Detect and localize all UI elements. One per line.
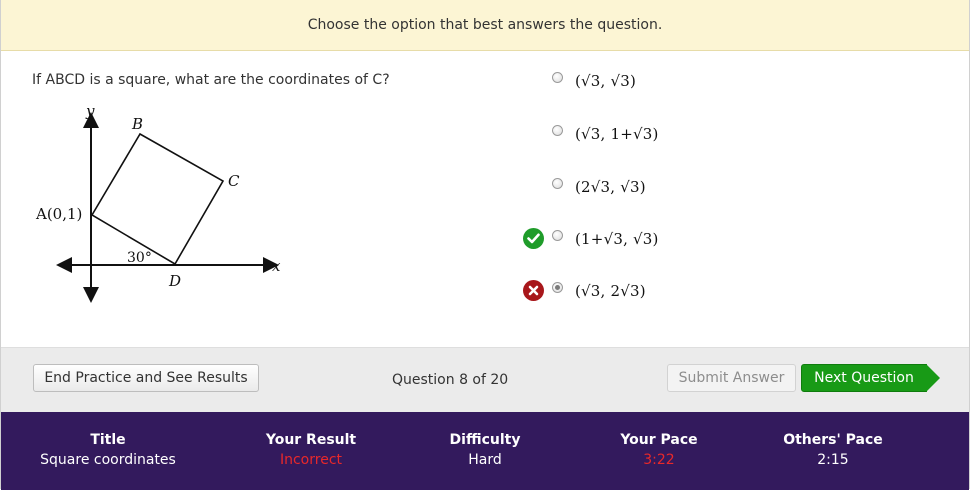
- answer-option-3[interactable]: (2√3, √3): [552, 172, 646, 202]
- stat-title: Title Square coordinates: [28, 432, 188, 468]
- stat-others-pace-header: Others' Pace: [783, 432, 883, 448]
- stat-your-pace: Your Pace 3:22: [579, 432, 739, 468]
- point-a-label: A(0,1): [35, 205, 82, 223]
- stat-difficulty-header: Difficulty: [449, 432, 521, 448]
- square-abcd: [90, 132, 225, 266]
- next-question-button[interactable]: Next Question: [801, 364, 940, 392]
- answer-option-2[interactable]: (√3, 1+√3): [552, 119, 659, 149]
- option-radio-3[interactable]: [552, 177, 563, 189]
- stat-your-pace-header: Your Pace: [620, 432, 698, 448]
- option-label-4: (1+√3, √3): [575, 230, 659, 248]
- instruction-banner: Choose the option that best answers the …: [1, 0, 969, 51]
- answer-option-5[interactable]: (√3, 2√3): [552, 276, 646, 306]
- x-axis-label: x: [272, 257, 281, 275]
- stat-title-value: Square coordinates: [40, 452, 176, 468]
- option-radio-2[interactable]: [552, 124, 563, 136]
- angle-label: 30°: [127, 250, 152, 266]
- instruction-text: Choose the option that best answers the …: [307, 17, 663, 33]
- check-icon: [523, 228, 544, 249]
- y-axis-label: y: [85, 102, 95, 120]
- stat-result-value: Incorrect: [279, 452, 343, 468]
- stat-result-header: Your Result: [265, 432, 357, 448]
- option-label-3: (2√3, √3): [575, 178, 646, 196]
- stat-others-pace-value: 2:15: [817, 452, 849, 468]
- option-label-1: (√3, √3): [575, 72, 637, 90]
- submit-answer-button[interactable]: Submit Answer: [667, 364, 796, 392]
- navigation-bar: End Practice and See Results Question 8 …: [1, 347, 969, 412]
- option-radio-4[interactable]: [552, 229, 563, 241]
- answer-option-4[interactable]: (1+√3, √3): [552, 224, 659, 254]
- question-counter: Question 8 of 20: [392, 372, 509, 388]
- stats-bar: Title Square coordinates Your Result Inc…: [1, 412, 969, 490]
- option-label-2: (√3, 1+√3): [575, 125, 659, 143]
- point-b-label: B: [131, 115, 143, 133]
- question-text: If ABCD is a square, what are the coordi…: [32, 72, 390, 88]
- option-label-5: (√3, 2√3): [575, 282, 646, 300]
- stat-difficulty-value: Hard: [468, 452, 502, 468]
- stat-others-pace: Others' Pace 2:15: [753, 432, 913, 468]
- answer-option-1[interactable]: (√3, √3): [552, 66, 636, 96]
- stat-difficulty: Difficulty Hard: [405, 432, 565, 468]
- point-d-label: D: [168, 272, 181, 290]
- option-radio-1[interactable]: [552, 71, 563, 83]
- stat-your-pace-value: 3:22: [643, 452, 675, 468]
- x-icon: [523, 280, 544, 301]
- stat-title-header: Title: [90, 432, 126, 448]
- stat-result: Your Result Incorrect: [231, 432, 391, 468]
- square-diagram: y x A(0,1) B C D 30°: [35, 102, 281, 303]
- next-question-label: Next Question: [814, 370, 914, 386]
- end-practice-button[interactable]: End Practice and See Results: [33, 364, 259, 392]
- point-c-label: C: [228, 172, 240, 190]
- option-radio-5-selected[interactable]: [552, 281, 563, 293]
